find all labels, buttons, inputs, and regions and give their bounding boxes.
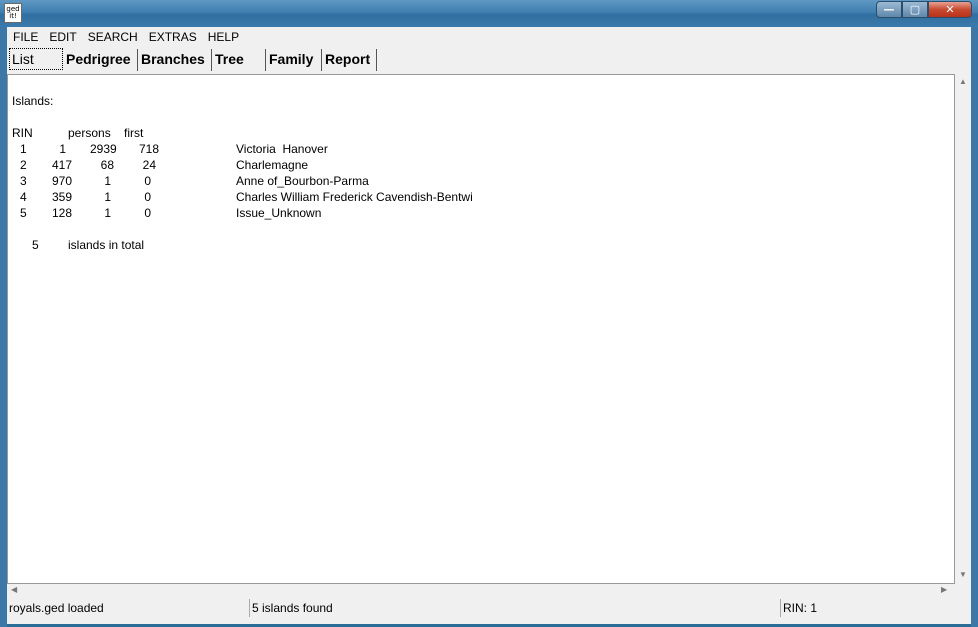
vertical-scrollbar[interactable]: ▲ ▼ — [955, 74, 971, 584]
row-name[interactable]: Charles William Frederick Cavendish-Bent… — [236, 190, 473, 204]
window-frame-right — [971, 27, 978, 627]
row-name[interactable]: Victoria Hanover — [236, 142, 328, 156]
list-view[interactable]: Islands: RIN persons first 1 1 2939 718 … — [7, 74, 955, 584]
menu-search[interactable]: SEARCH — [82, 27, 143, 46]
tab-report[interactable]: Report — [323, 49, 377, 71]
menu-bar: FILE EDIT SEARCH EXTRAS HELP — [7, 27, 971, 46]
status-file: royals.ged loaded — [9, 601, 104, 615]
row-first: 718 — [138, 142, 159, 156]
status-bar: royals.ged loaded 5 islands found RIN: 1 — [7, 598, 971, 624]
status-islands: 5 islands found — [249, 599, 780, 617]
row-name[interactable]: Issue_Unknown — [236, 206, 321, 220]
row-value: 128 — [51, 206, 72, 220]
row-rin: 2 — [20, 158, 27, 172]
tab-branches[interactable]: Branches — [139, 49, 212, 71]
row-name[interactable]: Anne of_Bourbon-Parma — [236, 174, 369, 188]
row-value: 970 — [51, 174, 72, 188]
row-value: 359 — [51, 190, 72, 204]
minimize-button[interactable]: — — [876, 1, 902, 18]
client-area: FILE EDIT SEARCH EXTRAS HELP List Pedrig… — [7, 27, 971, 624]
column-header-first: first — [124, 126, 144, 140]
row-name[interactable]: Charlemagne — [236, 158, 308, 172]
close-button[interactable]: ✕ — [928, 1, 972, 18]
row-persons: 1 — [104, 206, 111, 220]
tab-bar: List Pedrigree Branches Tree Family Repo… — [7, 47, 971, 73]
row-rin: 3 — [20, 174, 27, 188]
window-frame-left — [0, 27, 7, 627]
scroll-left-icon[interactable]: ◀ — [11, 585, 17, 594]
scroll-down-icon[interactable]: ▼ — [959, 570, 967, 579]
row-first: 0 — [144, 174, 151, 188]
column-header-persons: persons — [68, 126, 111, 140]
row-persons: 1 — [104, 190, 111, 204]
row-persons: 68 — [100, 158, 114, 172]
tab-pedrigree[interactable]: Pedrigree — [64, 49, 138, 71]
row-first: 0 — [144, 190, 151, 204]
row-value: 1 — [59, 142, 66, 156]
title-bar: ged it! — ▢ ✕ — [0, 0, 978, 27]
menu-extras[interactable]: EXTRAS — [143, 27, 202, 46]
maximize-button[interactable]: ▢ — [902, 1, 928, 18]
menu-edit[interactable]: EDIT — [43, 27, 81, 46]
row-rin: 4 — [20, 190, 27, 204]
menu-file[interactable]: FILE — [7, 27, 43, 46]
total-label: islands in total — [68, 238, 145, 252]
app-icon[interactable]: ged it! — [4, 3, 22, 23]
row-rin: 1 — [20, 142, 27, 156]
row-rin: 5 — [20, 206, 27, 220]
islands-heading: Islands: — [12, 94, 54, 108]
row-first: 0 — [144, 206, 151, 220]
horizontal-scrollbar[interactable]: ◀ ▶ — [7, 584, 955, 598]
menu-help[interactable]: HELP — [202, 27, 244, 46]
tab-family[interactable]: Family — [267, 49, 322, 71]
row-persons: 2939 — [90, 142, 117, 156]
row-first: 24 — [142, 158, 156, 172]
tab-list[interactable]: List — [9, 48, 63, 70]
status-rin: RIN: 1 — [780, 599, 971, 617]
total-count: 5 — [32, 238, 39, 252]
window-controls: — ▢ ✕ — [876, 1, 972, 19]
column-header-rin: RIN — [12, 126, 33, 140]
scroll-up-icon[interactable]: ▲ — [959, 77, 967, 86]
scroll-right-icon[interactable]: ▶ — [941, 585, 947, 594]
row-value: 417 — [51, 158, 72, 172]
row-persons: 1 — [104, 174, 111, 188]
tab-tree[interactable]: Tree — [213, 49, 266, 71]
